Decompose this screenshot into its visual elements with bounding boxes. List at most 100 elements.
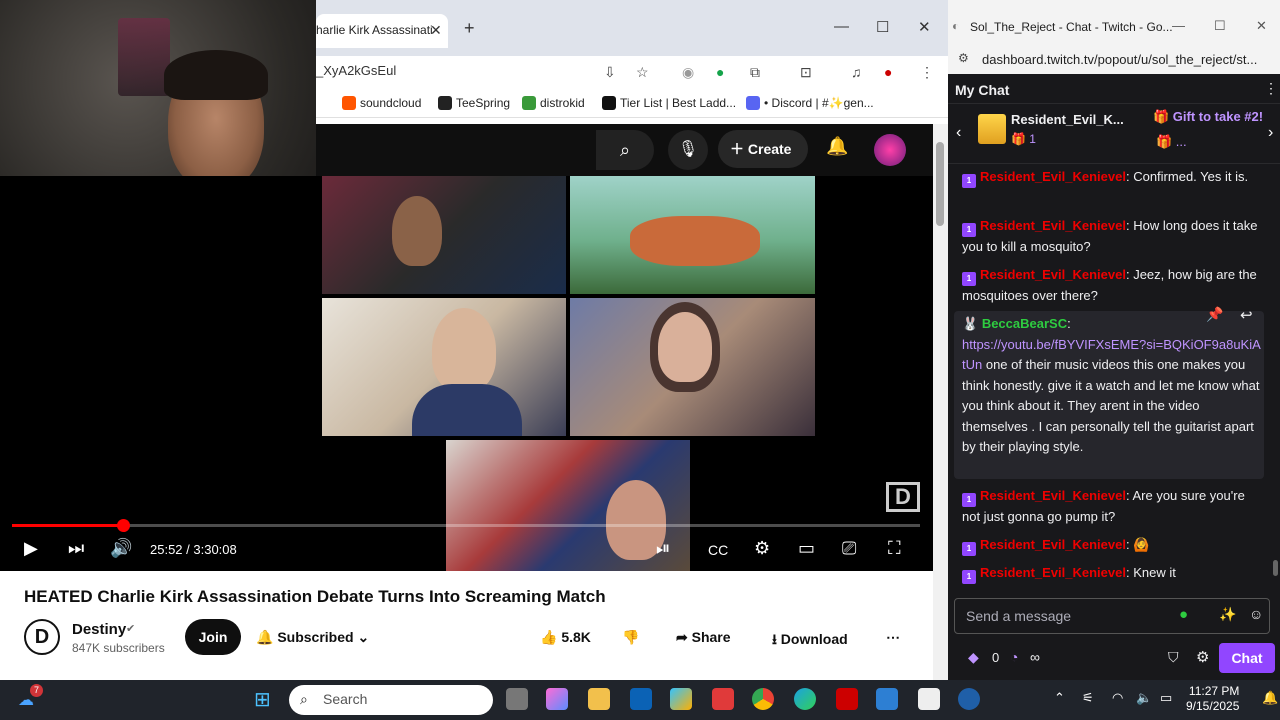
mcafee-icon[interactable] [836,688,858,710]
gift-username[interactable]: Resident_Evil_K... [1011,112,1124,127]
address-bar[interactable]: _XyA2kGsEul ⇩ ☆ ◉ ● ⧉ ⊡ ♫ ● ⋮ [316,56,948,88]
bookmark-star-icon[interactable]: ☆ [636,64,649,81]
tray-chevron-up-icon[interactable]: ⌃ [1054,690,1065,706]
battery-icon[interactable]: ▭ [1160,690,1172,706]
channel-name[interactable]: Destiny [72,621,126,638]
taskbar-clock[interactable]: 11:27 PM 9/15/2025 [1186,684,1239,714]
like-button[interactable]: 👍 5.8K [540,629,591,646]
settings-gear-icon[interactable]: ⚙ [754,538,770,559]
chat-username[interactable]: Resident_Evil_Kenievel [980,537,1126,552]
copilot-icon[interactable] [546,688,568,710]
chat-message[interactable]: 1 Resident_Evil_Kenievel: How long does i… [962,216,1262,258]
create-button[interactable]: ＋ Create [718,130,808,168]
channel-points-icon[interactable]: ◔ [1010,649,1018,665]
bookmark-item[interactable]: TeeSpring [438,96,510,110]
new-tab-icon[interactable]: + [464,18,475,39]
network-off-icon[interactable]: ⚟ [1082,690,1094,706]
subscribed-button[interactable]: 🔔 Subscribed ⌄ [256,629,369,646]
chat-options-icon[interactable]: ⋮ [1264,80,1278,97]
app-icon[interactable] [670,688,692,710]
chat-scrollbar-thumb[interactable] [1273,560,1278,576]
video-player[interactable]: D ▶ ⏭ 🔊 25:52 / 3:30:08 ⏯ CC ⚙ ▭ ⎚ ⛶ [0,176,933,571]
volume-icon[interactable]: 🔊 [110,538,132,559]
join-button[interactable]: Join [185,619,241,655]
bookmark-item[interactable]: soundcloud [342,96,421,110]
scrollbar-thumb[interactable] [936,142,944,226]
taskbar-search[interactable]: ⌕ Search [289,685,493,715]
wifi-icon[interactable]: ◠ [1112,690,1123,706]
theater-mode-icon[interactable]: ▭ [798,538,815,559]
camera-icon[interactable]: ◉ [682,64,694,81]
progress-scrubber[interactable] [116,519,130,532]
channel-avatar[interactable]: D [24,619,60,655]
gift-more[interactable]: 🎁 ... [1156,134,1187,150]
emote-picker-icon[interactable]: ☺ [1249,606,1263,622]
photos-icon[interactable] [876,688,898,710]
app-red-icon[interactable] [712,688,734,710]
close-tab-icon[interactable]: ✕ [430,22,442,39]
voice-search-button[interactable]: 🎙 [668,130,708,170]
channel-watermark-logo[interactable]: D [886,482,920,512]
dislike-button[interactable]: 👎 [622,629,639,646]
search-button[interactable]: ⌕ [596,130,654,170]
download-button[interactable]: ⭳ Download [772,629,848,653]
chat-scrollbar[interactable] [1272,165,1280,590]
highlighted-chat-message[interactable]: 🐰 BeccaBearSC: https://youtu.be/fBYVIFXsE… [962,314,1262,458]
twitch-maximize-icon[interactable]: ☐ [1214,18,1226,34]
chevron-right-icon[interactable]: › [1268,124,1273,142]
bookmark-item[interactable]: • Discord | #✨gen... [746,96,874,110]
site-info-icon[interactable]: ⚙ [958,51,969,65]
chat-username[interactable]: Resident_Evil_Kenievel [980,565,1126,580]
chrome-icon[interactable] [752,688,774,710]
chat-username[interactable]: Resident_Evil_Kenievel [980,169,1126,184]
page-scrollbar[interactable] [933,124,948,690]
more-actions-icon[interactable]: ⋯ [886,629,900,646]
media-controls-icon[interactable]: ♫ [851,64,862,80]
extensions-icon[interactable]: ⧉ [750,64,760,81]
notifications-icon[interactable]: 🔔 [1262,690,1278,706]
twitch-close-icon[interactable]: ✕ [1256,18,1267,34]
chat-message[interactable]: 1 Resident_Evil_Kenievel: Jeez, how big a… [962,265,1262,307]
shield-icon[interactable]: ⛉ [1168,649,1179,666]
autoplay-toggle[interactable]: ⏯ [656,538,670,559]
fullscreen-icon[interactable]: ⛶ [888,538,901,559]
settings-app-icon[interactable] [958,688,980,710]
gift-label[interactable]: 🎁 Gift to take #2! [1153,109,1263,125]
chat-input[interactable]: Send a message ● ✨ ☺ [954,598,1270,634]
install-icon[interactable]: ⇩ [604,64,616,81]
chat-message[interactable]: 1 Resident_Evil_Kenievel: Confirmed. Yes … [962,167,1262,188]
file-explorer-icon[interactable] [588,688,610,710]
speaker-icon[interactable]: 🔈 [1136,690,1152,706]
progress-bar[interactable] [12,519,920,532]
minimize-icon[interactable]: — [834,18,849,35]
task-view-icon[interactable] [506,688,528,710]
effects-icon[interactable]: ✨ [1219,606,1236,623]
twitch-minimize-icon[interactable]: — [1172,18,1185,33]
chat-message[interactable]: 1 Resident_Evil_Kenievel: Knew it [962,563,1262,584]
captions-icon[interactable]: CC [708,542,728,558]
chat-username[interactable]: BeccaBearSC [982,316,1067,331]
hp-icon[interactable] [630,688,652,710]
chat-username[interactable]: Resident_Evil_Kenievel [980,267,1126,282]
close-window-icon[interactable]: ✕ [918,18,931,36]
bits-icon[interactable]: ◆ [968,649,979,666]
notifications-bell-icon[interactable]: 🔔 [826,136,848,157]
chat-settings-icon[interactable]: ⚙ [1196,648,1209,666]
chevron-left-icon[interactable]: ‹ [956,124,961,142]
chat-send-button[interactable]: Chat [1219,643,1275,673]
edge-icon[interactable] [794,688,816,710]
profile-icon[interactable]: ● [884,64,892,80]
chat-username[interactable]: Resident_Evil_Kenievel [980,218,1126,233]
next-icon[interactable]: ⏭ [68,538,84,559]
screenshot-search-icon[interactable]: ⊡ [800,64,812,81]
youtube-account-avatar[interactable] [874,134,906,166]
bookmark-item[interactable]: Tier List | Best Ladd... [602,96,736,110]
tab-youtube-video[interactable]: harlie Kirk Assassinati [316,14,448,48]
chat-username[interactable]: Resident_Evil_Kenievel [980,488,1126,503]
twitch-address-bar[interactable]: ⚙ dashboard.twitch.tv/popout/u/sol_the_r… [948,46,1280,74]
windows-start-icon[interactable]: ⊞ [254,687,271,712]
share-button[interactable]: ➦ Share [676,629,731,646]
grammarly-icon[interactable]: ● [1179,606,1188,623]
chat-message[interactable]: 1 Resident_Evil_Kenievel: Are you sure yo… [962,486,1262,528]
play-icon[interactable]: ▶ [24,538,38,559]
